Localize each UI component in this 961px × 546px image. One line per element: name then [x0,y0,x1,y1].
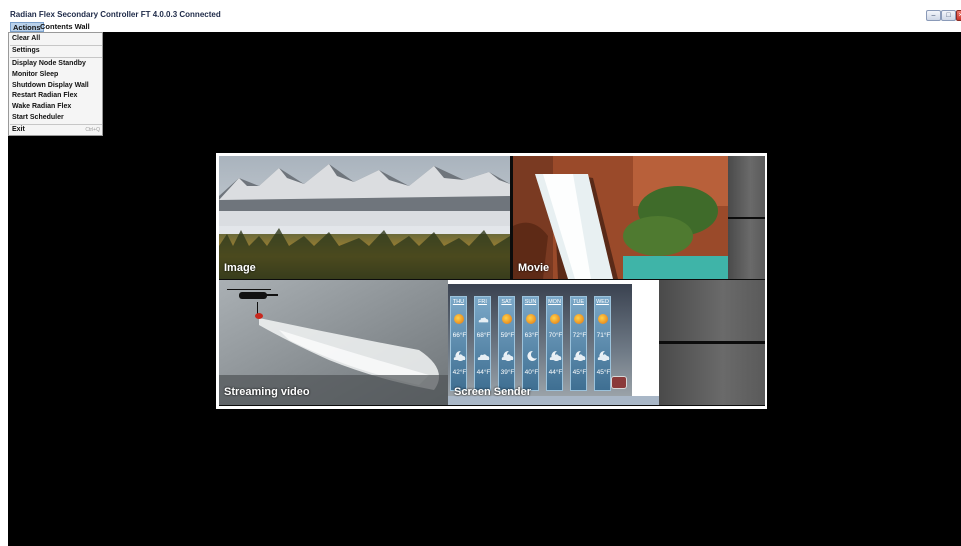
tile-label-streaming-video: Streaming video [224,386,310,398]
menu-separator [10,57,102,58]
forecast-day: WED 71°F 45°F [594,296,611,391]
forecast-day: SAT 59°F 39°F [498,296,515,391]
tile-image[interactable]: Image [219,156,510,279]
forecast-day: TUE 72°F 45°F [570,296,587,391]
tile-movie[interactable]: Movie [513,156,728,279]
tile-label-image: Image [224,262,256,274]
maximize-button[interactable]: □ [941,10,956,21]
empty-cell[interactable] [728,219,765,279]
actions-dropdown-menu: Clear All Settings Display Node Standby … [8,32,103,136]
minimize-button[interactable]: – [926,10,941,21]
forecast-day-label: WED [596,299,609,305]
tile-streaming-video[interactable]: Streaming video [219,280,450,405]
menu-item-restart-radian-flex[interactable]: Restart Radian Flex [10,91,104,101]
sun-icon [526,314,536,324]
cloud-icon [477,354,490,360]
forecast-high-temp: 59°F [500,332,515,339]
tile-screen-sender[interactable]: THU 66°F 42°F FRI 68°F 44°F SAT 59°F 39°F SUN 63°F… [448,280,659,405]
forecast-day-label: FRI [478,299,487,305]
sun-icon [454,314,464,324]
exit-shortcut: Ctrl+Q [85,127,100,133]
cloud-icon [478,317,489,323]
moon-icon [527,350,537,361]
menu-bar: Actions Contents Wall [8,22,961,32]
sun-icon [502,314,512,324]
forecast-high-temp: 68°F [476,332,491,339]
weather-forecast: THU 66°F 42°F FRI 68°F 44°F SAT 59°F 39°F SUN 63°F… [450,296,632,392]
tile-label-movie: Movie [518,262,550,274]
empty-cell[interactable] [659,280,765,341]
forecast-day: MON 70°F 44°F [546,296,563,391]
menu-item-shutdown-display-wall[interactable]: Shutdown Display Wall [10,81,104,91]
menu-item-exit-label: Exit [12,126,25,133]
waterfall-image [513,156,728,279]
empty-cell[interactable] [728,156,765,217]
menu-item-exit[interactable]: Exit Ctrl+Q [10,125,104,135]
tile-label-screen-sender: Screen Sender [454,386,532,398]
sun-icon [574,314,584,324]
forecast-high-temp: 71°F [596,332,611,339]
mountain-landscape-image [219,156,510,279]
forecast-low-temp: 45°F [596,369,611,376]
sun-icon [598,314,608,324]
weather-logo-icon [611,376,627,389]
forecast-day-label: SAT [501,299,512,305]
title-bar: Radian Flex Secondary Controller FT 4.0.… [8,9,961,22]
forecast-day-label: TUE [573,299,584,305]
forecast-day: THU 66°F 42°F [450,296,467,391]
menu-item-monitor-sleep[interactable]: Monitor Sleep [10,70,104,80]
forecast-low-temp: 40°F [524,369,539,376]
forecast-day-label: MON [548,299,561,305]
forecast-low-temp: 44°F [548,369,563,376]
cloud-moon-icon [597,350,610,361]
cloud-moon-icon [453,350,466,361]
menu-item-settings[interactable]: Settings [10,46,104,56]
menu-contents-wall[interactable]: Contents Wall [38,22,92,32]
forecast-low-temp: 39°F [500,369,515,376]
cloud-moon-icon [573,350,586,361]
menu-item-wake-radian-flex[interactable]: Wake Radian Flex [10,102,104,112]
cloud-moon-icon [549,350,562,361]
forecast-low-temp: 44°F [476,369,491,376]
menu-item-start-scheduler[interactable]: Start Scheduler [10,113,104,123]
forecast-day-label: SUN [524,299,537,305]
forecast-low-temp: 42°F [452,369,467,376]
forecast-high-temp: 70°F [548,332,563,339]
forecast-day: FRI 68°F 44°F [474,296,491,391]
forecast-high-temp: 66°F [452,332,467,339]
sun-icon [550,314,560,324]
cloud-moon-icon [501,350,514,361]
menu-item-display-node-standby[interactable]: Display Node Standby [10,59,104,69]
display-wall: Image Movie Streaming video THU 66°F 42°… [219,156,765,406]
forecast-high-temp: 63°F [524,332,539,339]
forecast-high-temp: 72°F [572,332,587,339]
forecast-low-temp: 45°F [572,369,587,376]
menu-item-clear-all[interactable]: Clear All [10,34,104,44]
forecast-day: SUN 63°F 40°F [522,296,539,391]
empty-cell[interactable] [659,344,765,405]
forecast-day-label: THU [452,299,465,305]
close-button[interactable]: × [956,10,961,21]
window-title: Radian Flex Secondary Controller FT 4.0.… [10,10,221,19]
